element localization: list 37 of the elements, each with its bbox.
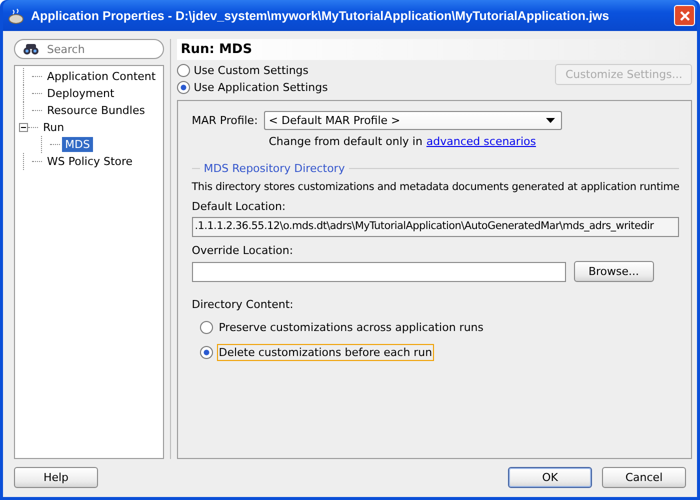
profile-dropdown[interactable]: < Default MAR Profile > [264, 111, 562, 130]
dialog-button[interactable]: OK [508, 467, 592, 488]
dialog-button[interactable]: Cancel [602, 467, 686, 488]
hint-text: Change from default only in [268, 135, 422, 148]
tree-item[interactable]: Run [40, 120, 68, 135]
radio-label: Preserve customizations across application runs [218, 320, 485, 336]
close-button[interactable] [674, 5, 695, 26]
default-location-field[interactable]: .1.1.1.2.36.55.12\o.mds.dt\adrs\MyTutorialApplication\AutoGeneratedMar\mds_adrs_writedir [192, 217, 680, 237]
radio-label: Use Custom Settings [194, 64, 309, 77]
field-label: MAR Profile: [192, 114, 258, 127]
tree-item[interactable]: Application Content [44, 69, 159, 84]
page-title: Run: MDS [180, 42, 252, 57]
radio-button[interactable] [176, 81, 190, 94]
tree-item[interactable]: WS Policy Store [44, 154, 136, 169]
tree-item[interactable]: Resource Bundles [44, 103, 148, 118]
collapse-toggle-icon[interactable] [19, 123, 28, 132]
close-icon [678, 10, 690, 22]
search-field[interactable]: Search [14, 39, 164, 59]
coffee-cup-icon [7, 6, 25, 24]
advanced-scenarios-link[interactable]: advanced scenarios [426, 135, 536, 148]
radio-button[interactable] [200, 346, 213, 359]
tree-item[interactable]: Deployment [44, 86, 118, 101]
dropdown-arrow-icon [546, 118, 555, 123]
browse-button[interactable]: Browse... [574, 261, 654, 282]
field-label: Override Location: [192, 244, 294, 257]
radio-button[interactable] [200, 321, 213, 334]
section-legend: MDS Repository Directory [204, 162, 345, 175]
radio-label: Delete customizations before each run [216, 344, 434, 361]
tree-item[interactable]: MDS [62, 137, 93, 152]
radio-button[interactable] [176, 64, 190, 77]
field-label: Default Location: [192, 200, 287, 213]
radio-label: Use Application Settings [194, 81, 328, 94]
window-title: Application Properties - D:\jdev_system\mywork\MyTutorialApplication\MyTutorialApplication.jws [31, 8, 610, 22]
field-label: Directory Content: [192, 298, 294, 311]
help-button[interactable]: Help [14, 467, 98, 488]
override-location-field[interactable] [192, 262, 566, 282]
description-text: This directory stores customizations and metadata documents generated at application runtime [192, 181, 680, 193]
